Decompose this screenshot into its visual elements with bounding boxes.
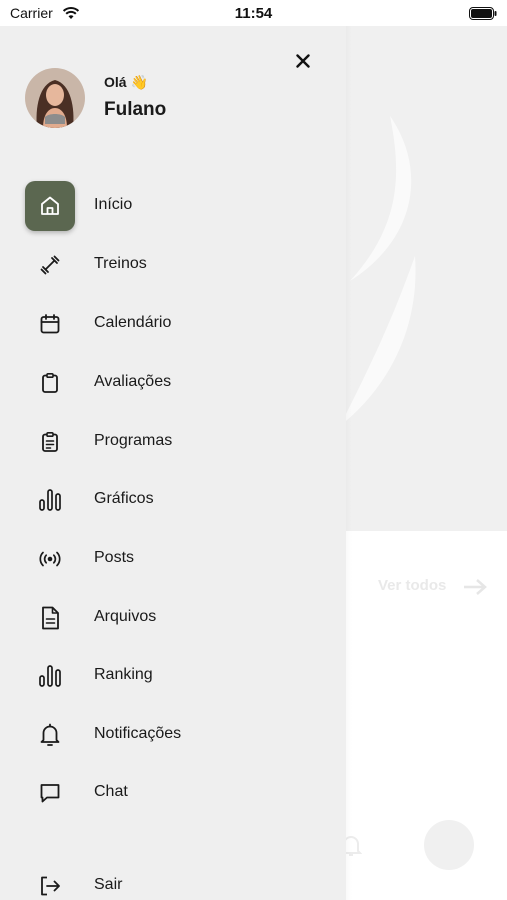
- menu-item-label: Ranking: [94, 666, 153, 683]
- menu-item-label: Programas: [94, 432, 173, 449]
- menu-item-inicio[interactable]: Início: [0, 181, 346, 231]
- bell-icon: [40, 723, 60, 746]
- bar-chart-icon: [39, 665, 61, 687]
- menu-item-ranking[interactable]: Ranking: [0, 651, 346, 701]
- menu-icon-container: [25, 299, 75, 349]
- user-name: Fulano: [104, 99, 167, 120]
- close-icon: [296, 54, 310, 68]
- menu-item-label: Início: [94, 196, 133, 213]
- menu-item-avaliacoes[interactable]: Avaliações: [0, 358, 346, 408]
- side-drawer: Olá 👋 Fulano Início Treinos Calendário A…: [0, 26, 346, 900]
- menu-item-arquivos[interactable]: Arquivos: [0, 593, 346, 643]
- menu-item-sair[interactable]: Sair: [0, 861, 346, 900]
- menu-item-graficos[interactable]: Gráficos: [0, 475, 346, 525]
- status-bar: Carrier 11:54: [0, 0, 507, 26]
- menu-item-programas[interactable]: Programas: [0, 417, 346, 467]
- menu-item-label: Chat: [94, 783, 128, 800]
- menu-icon-container: [25, 651, 75, 701]
- logout-icon: [41, 876, 60, 896]
- menu-item-label: Sair: [94, 876, 123, 893]
- menu-icon-container: [25, 710, 75, 760]
- chat-icon: [40, 784, 60, 803]
- menu-icon-container: [25, 417, 75, 467]
- home-icon: [41, 196, 59, 215]
- menu-item-label: Treinos: [94, 255, 147, 272]
- menu-icon-container: [25, 593, 75, 643]
- menu-icon-container: [25, 475, 75, 525]
- user-photo: [25, 68, 85, 128]
- file-icon: [42, 606, 59, 630]
- menu-icon-container: [25, 534, 75, 584]
- menu-icon-container: [25, 861, 75, 900]
- menu-item-label: Notificações: [94, 725, 182, 742]
- menu-item-label: Arquivos: [94, 608, 157, 625]
- close-button[interactable]: [290, 48, 316, 74]
- menu-item-chat[interactable]: Chat: [0, 768, 346, 818]
- menu-item-label: Gráficos: [94, 490, 154, 507]
- battery-icon: [469, 7, 497, 20]
- clipboard-list-icon: [42, 431, 58, 452]
- calendar-icon: [40, 314, 60, 334]
- status-time: 11:54: [234, 5, 273, 22]
- menu-item-treinos[interactable]: Treinos: [0, 240, 346, 290]
- menu-item-posts[interactable]: Posts: [0, 534, 346, 584]
- clipboard-icon: [42, 372, 58, 393]
- menu-icon-container-active: [25, 181, 75, 231]
- menu-icon-container: [25, 358, 75, 408]
- menu-item-label: Calendário: [94, 314, 172, 331]
- menu-item-calendario[interactable]: Calendário: [0, 299, 346, 349]
- avatar: [424, 820, 474, 870]
- menu-icon-container: [25, 240, 75, 290]
- dumbbell-icon: [40, 255, 60, 275]
- bar-chart-icon: [39, 489, 61, 511]
- menu-item-notificacoes[interactable]: Notificações: [0, 710, 346, 760]
- see-all-link: Ver todos: [378, 577, 447, 594]
- broadcast-icon: [39, 551, 61, 567]
- menu-icon-container: [25, 768, 75, 818]
- arrow-right-icon: [464, 579, 487, 595]
- avatar[interactable]: [25, 68, 85, 128]
- greeting-text: Olá 👋: [104, 74, 148, 90]
- menu-item-label: Avaliações: [94, 373, 172, 390]
- menu-item-label: Posts: [94, 549, 135, 566]
